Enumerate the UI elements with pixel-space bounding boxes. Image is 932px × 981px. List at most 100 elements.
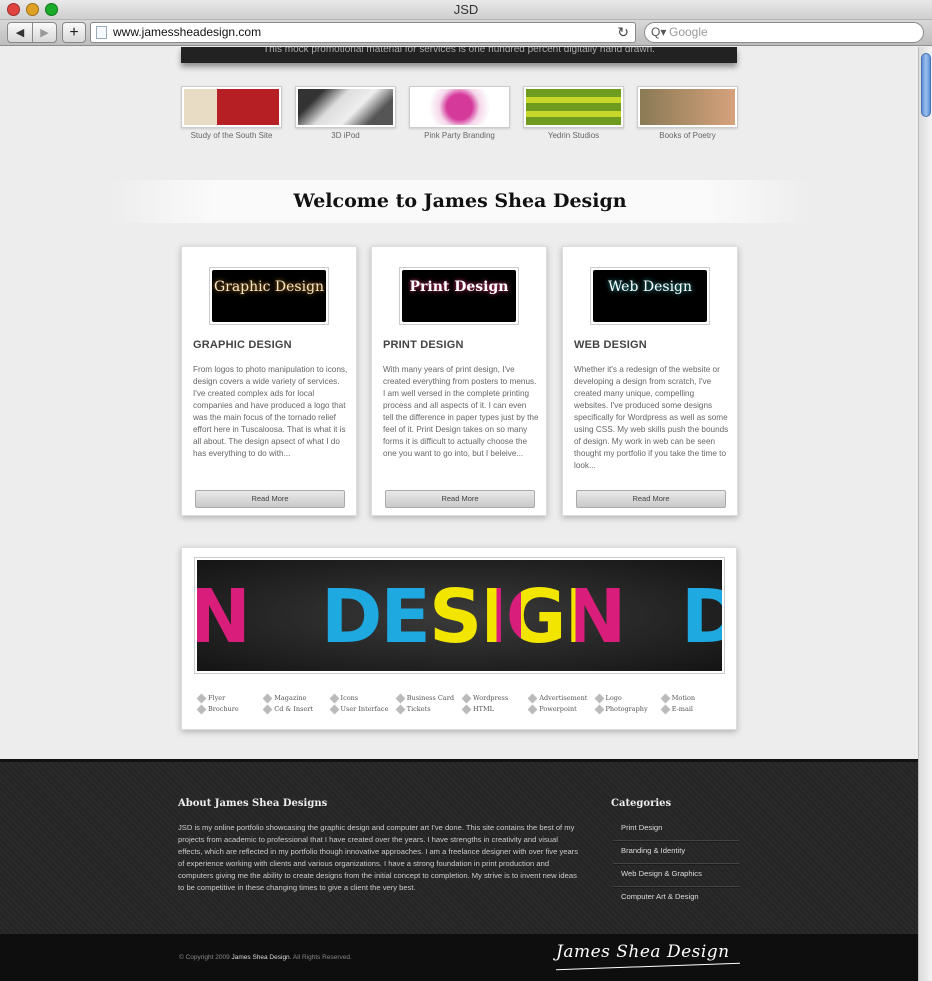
service-title: WEB DESIGN (574, 339, 647, 351)
category-link[interactable]: Web Design & Graphics (613, 864, 739, 887)
tag-item[interactable]: HTML (461, 705, 527, 714)
portfolio-item-label[interactable]: Books of Poetry (637, 131, 738, 140)
zoom-window-button[interactable] (45, 3, 58, 16)
tag-item[interactable]: Brochure (196, 705, 262, 714)
copyright-name[interactable]: James Shea Design (232, 954, 290, 961)
tag-item[interactable]: Motion (660, 694, 726, 703)
welcome-heading: Welcome to James Shea Design (110, 180, 810, 223)
service-description: From logos to photo manipulation to icon… (193, 365, 348, 458)
banner-left-letter: N (197, 574, 251, 660)
back-button[interactable]: ◀ (8, 23, 32, 42)
portfolio-thumbnail-image[interactable] (637, 86, 738, 128)
portfolio-thumbnail-image[interactable] (181, 86, 282, 128)
service-description: With many years of print design, I've cr… (383, 365, 539, 458)
category-link[interactable]: Branding & Identity (613, 841, 739, 864)
featured-slider[interactable]: This mock promotional material for servi… (181, 47, 737, 63)
design-banner[interactable]: N DESIGN D (194, 557, 725, 674)
thumbnail-fill (412, 89, 507, 125)
scrollbar-thumb[interactable] (921, 53, 931, 117)
tag-item[interactable]: Wordpress (461, 694, 527, 703)
banner-word-text: DESIGN (321, 574, 626, 660)
service-title: PRINT DESIGN (383, 339, 464, 351)
tag-item[interactable]: E-mail (660, 705, 726, 714)
window-title: JSD (453, 2, 479, 17)
service-logo: Web Design (590, 267, 710, 325)
category-link[interactable]: Computer Art & Design (613, 887, 739, 909)
design-banner-image: N DESIGN D (197, 560, 722, 671)
tag-item[interactable]: Flyer (196, 694, 262, 703)
tag-item[interactable]: Icons (329, 694, 395, 703)
page-viewport: This mock promotional material for servi… (0, 47, 918, 981)
service-description: Whether it's a redesign of the website o… (574, 365, 729, 470)
tag-item[interactable]: Advertisement (527, 694, 593, 703)
signature-underline (556, 962, 740, 971)
portfolio-item-label[interactable]: Study of the South Site (181, 131, 282, 140)
categories-heading: Categories (611, 798, 672, 809)
portfolio-thumbnail-image[interactable] (295, 86, 396, 128)
copyright-text: © Copyright 2009 James Shea Design. All … (179, 954, 352, 961)
service-card-graphic: Graphic Design GRAPHIC DESIGN From logos… (181, 246, 357, 516)
site-footer: About James Shea Designs JSD is my onlin… (0, 759, 918, 934)
tag-item[interactable]: Logo (594, 694, 660, 703)
search-icon: Q▾ (651, 25, 667, 39)
design-banner-panel: N DESIGN D Flyer Magazine Icons Business… (181, 547, 737, 730)
browser-toolbar: ◀ ▶ + www.jamessheadesign.com ↻ Q▾ Googl… (0, 20, 932, 46)
tag-item[interactable]: Photography (594, 705, 660, 714)
portfolio-thumbnails: Study of the South Site 3D iPod Pink Par… (181, 86, 738, 140)
tag-item[interactable]: Powerpoint (527, 705, 593, 714)
portfolio-item-label[interactable]: Pink Party Branding (409, 131, 510, 140)
thumbnail-fill (640, 89, 735, 125)
tag-item[interactable]: Cd & Insert (262, 705, 328, 714)
portfolio-thumbnail-image[interactable] (523, 86, 624, 128)
portfolio-item[interactable]: Yedrin Studios (523, 86, 624, 140)
copyright-prefix: © Copyright 2009 (179, 954, 230, 961)
service-logo-text: Graphic Design (212, 270, 326, 322)
signature-logo: James Shea Design (556, 942, 730, 962)
portfolio-item[interactable]: Study of the South Site (181, 86, 282, 140)
read-more-button[interactable]: Read More (576, 490, 726, 508)
service-logo-text: Web Design (593, 270, 707, 322)
tag-item[interactable]: User Interface (329, 705, 395, 714)
portfolio-item[interactable]: Books of Poetry (637, 86, 738, 140)
portfolio-item-label[interactable]: 3D iPod (295, 131, 396, 140)
forward-button[interactable]: ▶ (32, 23, 56, 42)
url-text: www.jamessheadesign.com (113, 25, 262, 39)
portfolio-item[interactable]: 3D iPod (295, 86, 396, 140)
minimize-window-button[interactable] (26, 3, 39, 16)
category-link[interactable]: Print Design (613, 819, 739, 841)
read-more-button[interactable]: Read More (385, 490, 535, 508)
tag-item[interactable]: Magazine (262, 694, 328, 703)
window-titlebar: JSD (0, 0, 932, 20)
close-window-button[interactable] (7, 3, 20, 16)
slider-caption: This mock promotional material for servi… (263, 47, 655, 55)
search-field[interactable]: Q▾ Google (644, 22, 924, 43)
categories-list: Print Design Branding & Identity Web Des… (613, 819, 739, 909)
service-title: GRAPHIC DESIGN (193, 339, 292, 351)
banner-word: DESIGN (321, 574, 626, 660)
read-more-button[interactable]: Read More (195, 490, 345, 508)
portfolio-item[interactable]: Pink Party Branding (409, 86, 510, 140)
portfolio-thumbnail-image[interactable] (409, 86, 510, 128)
thumbnail-fill (184, 89, 279, 125)
banner-right-letter: D (681, 574, 722, 660)
copyright-bar: © Copyright 2009 James Shea Design. All … (0, 934, 918, 981)
navigation-buttons: ◀ ▶ (7, 22, 57, 43)
about-heading: About James Shea Designs (178, 798, 328, 809)
add-bookmark-button[interactable]: + (62, 22, 86, 43)
reload-icon[interactable]: ↻ (617, 23, 629, 42)
service-logo: Print Design (399, 267, 519, 325)
tag-item[interactable]: Tickets (395, 705, 461, 714)
thumbnail-fill (298, 89, 393, 125)
tag-item[interactable]: Business Card (395, 694, 461, 703)
service-logo: Graphic Design (209, 267, 329, 325)
service-tags: Flyer Magazine Icons Business Card Wordp… (196, 694, 726, 714)
portfolio-item-label[interactable]: Yedrin Studios (523, 131, 624, 140)
page-icon (96, 26, 107, 39)
window-controls (7, 3, 58, 16)
search-placeholder: Google (669, 25, 708, 39)
copyright-suffix: . All Rights Reserved. (289, 954, 352, 961)
address-bar[interactable]: www.jamessheadesign.com ↻ (90, 22, 636, 43)
service-card-print: Print Design PRINT DESIGN With many year… (371, 246, 547, 516)
service-logo-text: Print Design (402, 270, 516, 322)
vertical-scrollbar[interactable] (918, 47, 932, 981)
